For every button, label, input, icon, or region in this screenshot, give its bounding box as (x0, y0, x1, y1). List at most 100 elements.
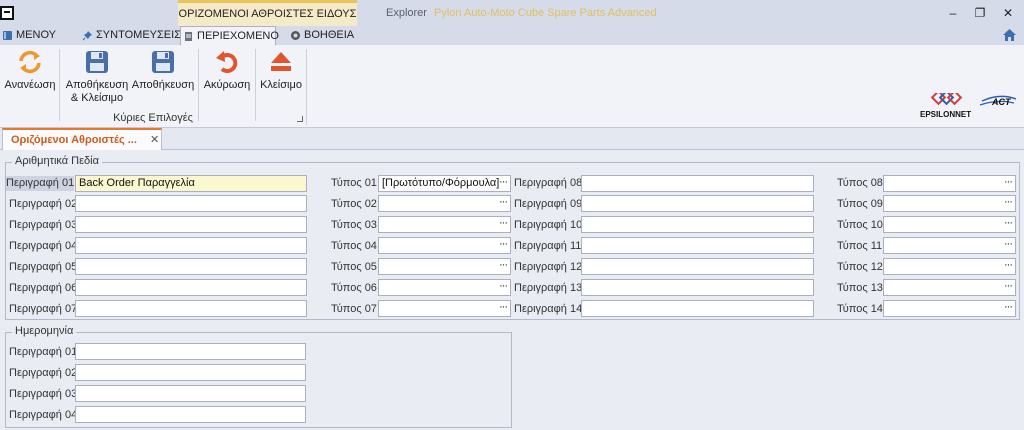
numeric-description-field[interactable] (75, 216, 307, 233)
tab-content[interactable]: ΠΕΡΙΕΧΟΜΕΝΟ (180, 26, 279, 45)
numeric-description-field[interactable] (581, 175, 814, 192)
numeric-description-label: Περιγραφή 06 (9, 282, 78, 294)
close-window-button[interactable]: ✕ (999, 4, 1017, 22)
epsilonnet-logo-text: EPSILONNET (920, 110, 972, 119)
numeric-type-value: [Πρωτότυπο/Φόρμουλα] (382, 177, 500, 189)
save-icon (152, 51, 174, 73)
numeric-description-field[interactable] (75, 279, 307, 296)
numeric-description-field[interactable] (75, 258, 307, 275)
lookup-ellipsis-icon[interactable]: ··· (499, 238, 508, 251)
numeric-type-label: Τύπος 01 (331, 177, 377, 189)
numeric-type-field[interactable]: ··· (378, 237, 511, 254)
numeric-description-field[interactable] (75, 195, 307, 212)
lookup-ellipsis-icon[interactable]: ··· (1004, 217, 1013, 230)
document-tab[interactable]: Οριζόμενοι Αθροιστές ... ✕ (2, 128, 162, 151)
tab-content-label: ΠΕΡΙΕΧΟΜΕΝΟ (197, 30, 279, 42)
numeric-description-label: Περιγραφή 03 (9, 219, 78, 231)
lookup-ellipsis-icon[interactable]: ··· (499, 259, 508, 272)
numeric-type-field[interactable]: ··· (378, 279, 511, 296)
lookup-ellipsis-icon[interactable]: ··· (1004, 238, 1013, 251)
cancel-label: Ακύρωση (203, 79, 251, 91)
home-icon[interactable] (1003, 29, 1016, 41)
numeric-type-field[interactable]: ··· (883, 237, 1016, 254)
document-tab-close-icon[interactable]: ✕ (150, 133, 159, 146)
ribbon-separator (59, 49, 60, 121)
numeric-description-label: Περιγραφή 01 (6, 176, 75, 191)
numeric-description-label: Περιγραφή 09 (514, 198, 583, 210)
document-tab-strip: Οριζόμενοι Αθροιστές ... ✕ (0, 128, 1024, 151)
numeric-description-field[interactable] (581, 195, 814, 212)
lookup-ellipsis-icon[interactable]: ··· (1004, 176, 1013, 189)
lookup-ellipsis-icon[interactable]: ··· (1004, 280, 1013, 293)
numeric-type-field[interactable]: ··· (378, 300, 511, 317)
close-button[interactable]: Κλείσιμο (258, 49, 304, 92)
document-tab-label: Οριζόμενοι Αθροιστές ... (11, 134, 137, 146)
date-fields-title: Ημερομηνία (12, 325, 77, 337)
save-close-label-2: & Κλείσιμο (70, 92, 124, 104)
numeric-type-field[interactable]: ··· (378, 258, 511, 275)
numeric-description-field[interactable] (581, 279, 814, 296)
date-description-label: Περιγραφή 04 (9, 409, 78, 421)
numeric-type-label: Τύπος 12 (837, 261, 883, 273)
ribbon-group-separator (306, 49, 307, 125)
numeric-description-field[interactable] (581, 237, 814, 254)
numeric-type-field[interactable]: ··· (883, 300, 1016, 317)
numeric-description-field[interactable]: Back Order Παραγγελία (75, 175, 307, 192)
ribbon: Ανανέωση Αποθήκευση & Κλείσιμο Αποθήκευσ… (0, 45, 1024, 128)
date-description-label: Περιγραφή 01 (9, 346, 78, 358)
numeric-type-label: Τύπος 02 (331, 198, 377, 210)
lookup-ellipsis-icon[interactable]: ··· (499, 301, 508, 314)
refresh-button[interactable]: Ανανέωση (4, 49, 56, 92)
numeric-type-field[interactable]: ··· (883, 175, 1016, 192)
numeric-type-field[interactable]: [Πρωτότυπο/Φόρμουλα] ··· (378, 175, 511, 192)
lookup-ellipsis-icon[interactable]: ··· (1004, 196, 1013, 209)
lookup-ellipsis-icon[interactable]: ··· (499, 217, 508, 230)
numeric-description-field[interactable] (581, 258, 814, 275)
numeric-description-field[interactable] (581, 216, 814, 233)
help-icon (291, 31, 300, 40)
app-menu-icon[interactable] (0, 6, 14, 20)
ribbon-group-label: Κύριες Επιλογές (113, 112, 193, 124)
refresh-icon (19, 50, 41, 74)
numeric-type-field[interactable]: ··· (883, 279, 1016, 296)
numeric-description-label: Περιγραφή 05 (9, 261, 78, 273)
minimize-button[interactable]: – (944, 4, 962, 22)
group-options-launcher[interactable] (297, 116, 303, 122)
numeric-type-field[interactable]: ··· (378, 216, 511, 233)
cancel-button[interactable]: Ακύρωση (202, 49, 252, 92)
act-logo-text: ACT (991, 97, 1012, 107)
date-description-field[interactable] (75, 406, 306, 423)
lookup-ellipsis-icon[interactable]: ··· (499, 176, 508, 189)
title-bar: ΟΡΙΖΟΜΕΝΟΙ ΑΘΡΟΙΣΤΕΣ ΕΙΔΟΥΣ Explorer Pyl… (0, 0, 1024, 26)
lookup-ellipsis-icon[interactable]: ··· (1004, 259, 1013, 272)
numeric-description-field[interactable] (581, 300, 814, 317)
tab-shortcuts[interactable]: ΣΥΝΤΟΜΕΥΣΕΙΣ (80, 26, 181, 45)
date-description-label: Περιγραφή 03 (9, 388, 78, 400)
save-button[interactable]: Αποθήκευση (131, 49, 195, 92)
numeric-type-field[interactable]: ··· (883, 258, 1016, 275)
numeric-type-field[interactable]: ··· (883, 216, 1016, 233)
save-and-close-button[interactable]: Αποθήκευση & Κλείσιμο (64, 49, 130, 105)
tab-help[interactable]: ΒΟΗΘΕΙΑ (288, 26, 358, 45)
numeric-description-label: Περιγραφή 12 (514, 261, 583, 273)
context-title: ΟΡΙΖΟΜΕΝΟΙ ΑΘΡΟΙΣΤΕΣ ΕΙΔΟΥΣ (178, 0, 357, 26)
numeric-type-field[interactable]: ··· (883, 195, 1016, 212)
numeric-description-field[interactable] (75, 237, 307, 254)
date-description-field[interactable] (75, 385, 306, 402)
date-description-field[interactable] (75, 343, 306, 360)
ribbon-separator (198, 49, 199, 121)
lookup-ellipsis-icon[interactable]: ··· (499, 196, 508, 209)
tab-menu[interactable]: ΜΕΝΟΥ (0, 26, 66, 45)
numeric-description-label: Περιγραφή 14 (514, 303, 583, 315)
refresh-label: Ανανέωση (4, 79, 56, 91)
numeric-type-field[interactable]: ··· (378, 195, 511, 212)
numeric-description-field[interactable] (75, 300, 307, 317)
date-description-field[interactable] (75, 364, 306, 381)
pin-icon (82, 31, 92, 41)
lookup-ellipsis-icon[interactable]: ··· (499, 280, 508, 293)
maximize-button[interactable]: ❐ (971, 4, 989, 22)
lookup-ellipsis-icon[interactable]: ··· (1004, 301, 1013, 314)
tab-shortcuts-label: ΣΥΝΤΟΜΕΥΣΕΙΣ (96, 29, 181, 41)
numeric-description-label: Περιγραφή 10 (514, 219, 583, 231)
numeric-description-label: Περιγραφή 02 (9, 198, 78, 210)
